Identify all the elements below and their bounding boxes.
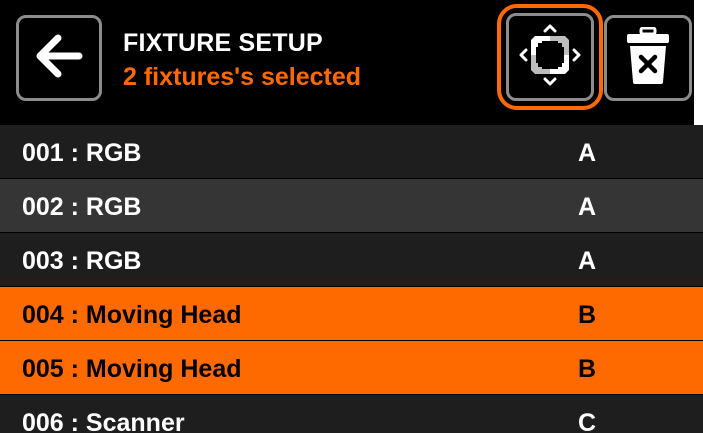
fixture-list: 001 : RGB A 002 : RGB A 003 : RGB A 004 …: [0, 125, 703, 433]
fixture-name: 004 : Moving Head: [22, 301, 242, 329]
arrow-left-icon: [34, 34, 84, 83]
fixture-name: 002 : RGB: [22, 193, 142, 221]
header-bar: FIXTURE SETUP 2 fixtures's selected: [0, 0, 703, 125]
fixture-row-selected[interactable]: 004 : Moving Head B: [0, 287, 703, 341]
fixture-group: B: [578, 355, 597, 383]
delete-button[interactable]: [604, 15, 692, 101]
back-button[interactable]: [16, 15, 102, 101]
fixture-group: A: [578, 139, 597, 167]
page-title: FIXTURE SETUP: [123, 29, 323, 57]
selection-count: 2 fixtures's selected: [123, 63, 362, 91]
fixture-group: A: [578, 193, 597, 221]
fixture-name: 005 : Moving Head: [22, 355, 242, 383]
fixture-row-selected[interactable]: 005 : Moving Head B: [0, 341, 703, 395]
next-button-edge[interactable]: [694, 0, 703, 125]
fixture-name: 003 : RGB: [22, 247, 142, 275]
fixture-group: B: [578, 301, 597, 329]
fixture-group: A: [578, 247, 597, 275]
fixture-row[interactable]: 002 : RGB A: [0, 179, 703, 233]
fixture-row[interactable]: 001 : RGB A: [0, 125, 703, 179]
fixture-row[interactable]: 003 : RGB A: [0, 233, 703, 287]
trash-icon: [625, 26, 671, 90]
fixture-group: C: [578, 409, 597, 433]
collapse-arrows-icon: [519, 24, 581, 91]
fixture-name: 006 : Scanner: [22, 409, 185, 433]
fixture-name: 001 : RGB: [22, 139, 142, 167]
group-fixtures-button[interactable]: [506, 13, 594, 101]
fixture-row[interactable]: 006 : Scanner C: [0, 395, 703, 433]
